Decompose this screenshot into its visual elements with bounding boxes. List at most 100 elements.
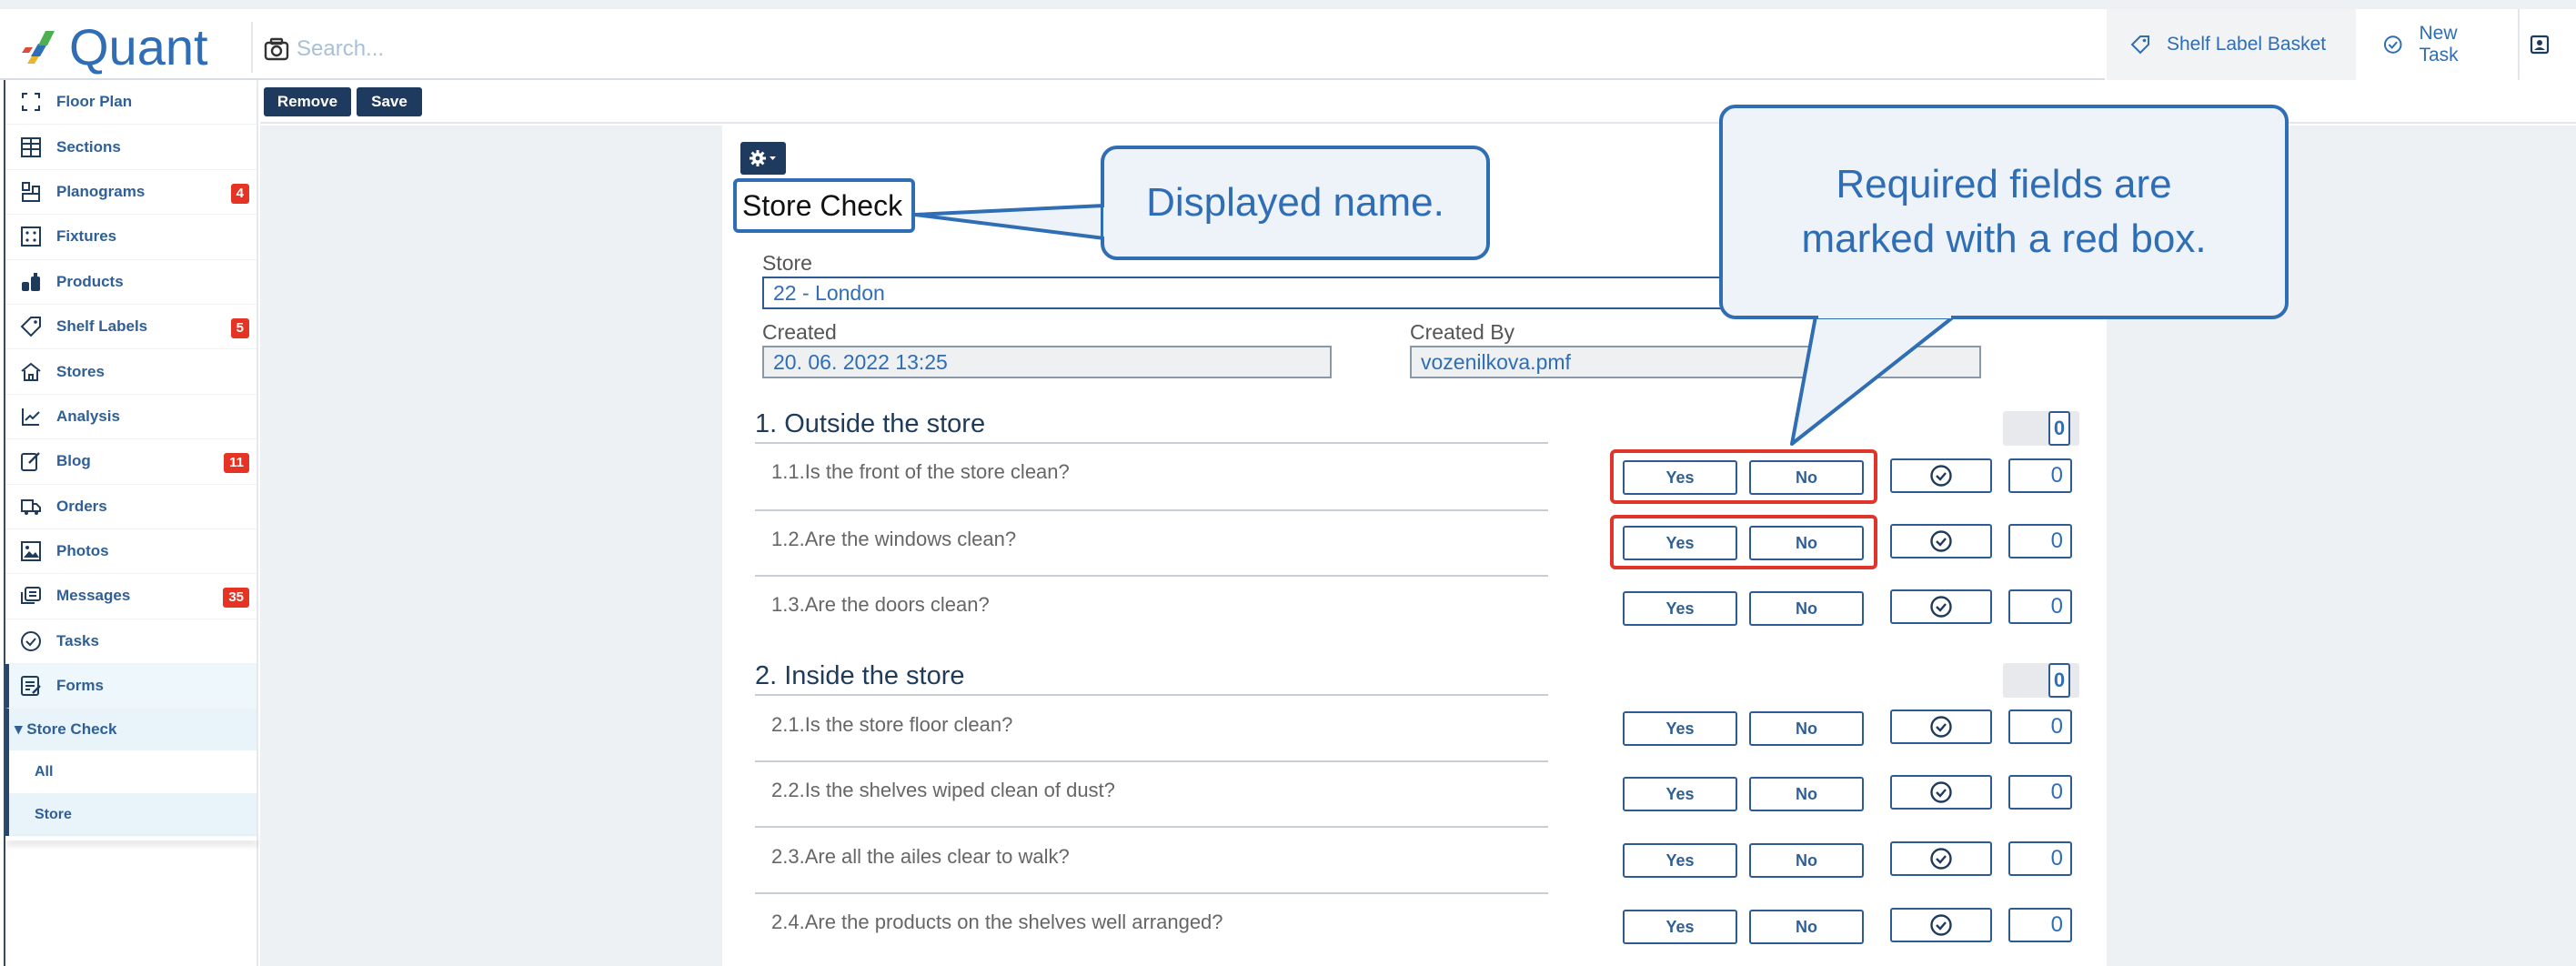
- question-text: 2.2.Is the shelves wiped clean of dust?: [771, 779, 1115, 801]
- sidebar-item-label: Orders: [56, 497, 107, 515]
- save-button[interactable]: Save: [357, 87, 422, 116]
- confirm-button[interactable]: [1890, 458, 1992, 493]
- score-input[interactable]: 0: [2008, 709, 2072, 744]
- sidebar-item-fixtures[interactable]: Fixtures: [5, 215, 257, 260]
- confirm-button[interactable]: [1890, 775, 1992, 810]
- score-input[interactable]: 0: [2008, 589, 2072, 624]
- shelf-labels-badge: 5: [230, 317, 249, 338]
- score-input[interactable]: 0: [2008, 458, 2072, 493]
- yes-button[interactable]: Yes: [1623, 591, 1737, 626]
- created-by-field: vozenilkova.pmf: [1410, 346, 1981, 378]
- sidebar-subitem-store[interactable]: Store: [5, 793, 257, 837]
- confirm-button[interactable]: [1890, 589, 1992, 624]
- sidebar-item-label: Sections: [56, 137, 121, 156]
- sidebar-item-sections[interactable]: Sections: [5, 125, 257, 170]
- sidebar-item-tasks[interactable]: Tasks: [5, 619, 257, 665]
- callout-text: Required fields are: [1836, 162, 2172, 206]
- confirm-button[interactable]: [1890, 908, 1992, 942]
- photo-icon: [21, 541, 41, 562]
- score-input[interactable]: 0: [2008, 524, 2072, 558]
- score-input[interactable]: 0: [2008, 841, 2072, 876]
- no-button[interactable]: No: [1749, 910, 1864, 944]
- shelf-label-basket-button[interactable]: Shelf Label Basket: [2105, 9, 2356, 80]
- sidebar-item-label: Floor Plan: [56, 93, 133, 111]
- profile-button[interactable]: [2518, 9, 2576, 80]
- divider: [755, 892, 1548, 894]
- sidebar-item-messages[interactable]: Messages 35: [5, 574, 257, 619]
- no-button[interactable]: No: [1749, 777, 1864, 811]
- question-text: 1.3.Are the doors clean?: [771, 593, 990, 616]
- sidebar-item-photos[interactable]: Photos: [5, 529, 257, 575]
- yes-button[interactable]: Yes: [1623, 777, 1737, 811]
- section-score: 0: [2048, 663, 2070, 698]
- check-circle-icon: [1930, 530, 1952, 552]
- divider: [755, 575, 1548, 577]
- check-circle-icon: [1930, 914, 1952, 936]
- callout-text: Displayed name.: [1146, 180, 1444, 225]
- blog-icon: [21, 452, 40, 472]
- check-circle-icon: [1930, 848, 1952, 870]
- sidebar-item-planograms[interactable]: Planograms 4: [5, 170, 257, 216]
- search-bar: [264, 22, 842, 76]
- sidebar-item-analysis[interactable]: Analysis: [5, 395, 257, 440]
- sidebar-subitem-all[interactable]: All: [5, 750, 257, 794]
- gear-icon: [750, 150, 776, 166]
- messages-icon: [21, 587, 41, 605]
- sidebar-group-store-check[interactable]: ▾ Store Check: [5, 709, 257, 751]
- question-text: 1.2.Are the windows clean?: [771, 528, 1017, 550]
- top-right-actions: Shelf Label Basket New Task: [2105, 9, 2576, 80]
- new-task-button[interactable]: New Task: [2356, 9, 2518, 80]
- sidebar-item-orders[interactable]: Orders: [5, 485, 257, 529]
- no-button[interactable]: No: [1749, 591, 1864, 626]
- divider: [755, 826, 1548, 828]
- sidebar-item-label: Stores: [56, 362, 105, 380]
- sections-icon: [21, 136, 41, 157]
- search-input[interactable]: [297, 36, 842, 62]
- required-fields-callout: Required fields are marked with a red bo…: [1719, 105, 2289, 319]
- sidebar-item-shelf-labels[interactable]: Shelf Labels 5: [5, 305, 257, 350]
- sidebar-item-blog[interactable]: Blog 11: [5, 439, 257, 485]
- confirm-button[interactable]: [1890, 524, 1992, 558]
- remove-button[interactable]: Remove: [264, 87, 351, 116]
- sidebar-item-forms[interactable]: Forms: [5, 664, 257, 709]
- confirm-button[interactable]: [1890, 709, 1992, 744]
- fixtures-icon: [21, 226, 41, 247]
- required-field-marker: [1610, 449, 1877, 504]
- camera-icon[interactable]: [264, 36, 289, 62]
- check-circle-icon: [1930, 465, 1952, 487]
- planograms-icon: [22, 181, 40, 202]
- score-input[interactable]: 0: [2008, 908, 2072, 942]
- check-circle-icon: [2383, 35, 2402, 54]
- logo[interactable]: Quant: [20, 20, 208, 75]
- sidebar-item-label: Messages: [56, 587, 131, 605]
- quant-logo-icon: [22, 31, 55, 64]
- yes-button[interactable]: Yes: [1623, 711, 1737, 746]
- user-badge-icon: [2530, 35, 2550, 55]
- divider: [755, 509, 1548, 511]
- products-icon: [22, 272, 40, 291]
- form-settings-button[interactable]: [740, 142, 786, 175]
- score-input[interactable]: 0: [2008, 775, 2072, 810]
- sidebar-item-floor-plan[interactable]: Floor Plan: [5, 80, 257, 126]
- check-circle-icon: [21, 630, 41, 651]
- callout-text: marked with a red box.: [1801, 216, 2207, 261]
- no-button[interactable]: No: [1749, 711, 1864, 746]
- sidebar-shadow: [5, 837, 258, 840]
- store-icon: [21, 362, 41, 381]
- check-circle-icon: [1930, 781, 1952, 803]
- sidebar-item-stores[interactable]: Stores: [5, 349, 257, 395]
- shelf-label-basket-label: Shelf Label Basket: [2167, 34, 2327, 55]
- confirm-button[interactable]: [1890, 841, 1992, 876]
- check-circle-icon: [1930, 716, 1952, 738]
- form-title: Store Check: [733, 178, 915, 233]
- created-field: 20. 06. 2022 13:25: [762, 346, 1332, 378]
- divider: [251, 22, 253, 73]
- yes-button[interactable]: Yes: [1623, 843, 1737, 878]
- floor-plan-icon: [22, 93, 40, 112]
- section-title: 2. Inside the store: [755, 661, 965, 690]
- store-label: Store: [762, 251, 812, 275]
- sidebar-item-products[interactable]: Products: [5, 260, 257, 305]
- divider: [755, 694, 1548, 696]
- yes-button[interactable]: Yes: [1623, 910, 1737, 944]
- no-button[interactable]: No: [1749, 843, 1864, 878]
